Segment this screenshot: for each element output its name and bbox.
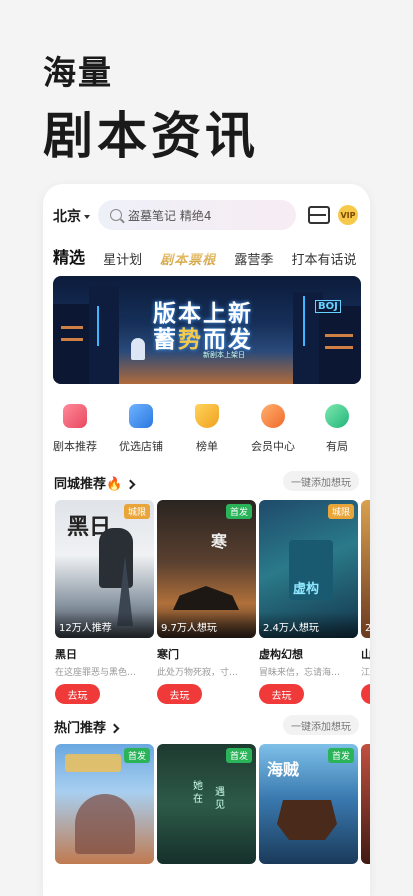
quick-item-events[interactable]: 有局 [307,404,367,454]
phone-screen: 北京 盗墓笔记 精绝4 VIP 精选 星计划 剧本票根 露营季 打本有话说 版本… [43,184,370,896]
category-tabs: 精选 星计划 剧本票根 露营季 打本有话说 [53,244,370,268]
card-title: 黑日 [55,648,77,661]
premiere-badge: 首发 [225,748,252,763]
banner-subheadline: 蓄势而发 [153,327,253,353]
script-card[interactable] [361,744,370,864]
city-selector[interactable]: 北京 [53,206,90,226]
limited-badge: 城限 [123,504,150,519]
card-title: 寒门 [157,648,179,661]
banner-caption: 新剧本上架日 [203,351,245,359]
character-figure [131,338,145,360]
crown-icon [261,404,285,428]
play-button[interactable]: 去玩 [55,684,100,704]
section-title-local[interactable]: 同城推荐🔥 [54,473,136,492]
card-desc: 江 [361,668,370,678]
poster-image: 黑日 城限 12万人推荐 [55,500,154,638]
play-button[interactable]: 去玩 [361,684,370,704]
chevron-right-icon [125,479,136,490]
premiere-badge: 首发 [123,748,150,763]
card-title: 虚构幻想 [259,648,303,661]
script-card[interactable]: 黑日 城限 12万人推荐 黑日 在这座罪恶与黑色… 去玩 [55,500,154,704]
hero-subtitle: 海量 [43,53,113,92]
scan-icon[interactable] [308,206,330,224]
limited-badge: 城限 [327,504,354,519]
store-icon [129,404,153,428]
tab-talk[interactable]: 打本有话说 [291,249,356,268]
play-button[interactable]: 去玩 [259,684,304,704]
script-card[interactable]: 虚构 城限 2.4万人想玩 虚构幻想 冒昧来信，忘请海… 去玩 [259,500,358,704]
premiere-badge: 首发 [225,504,252,519]
vip-badge[interactable]: VIP [338,205,358,225]
poster-image: 她在 遇见 首发 [157,744,256,864]
caret-down-icon [84,215,90,219]
quick-item-rankings[interactable]: 榜单 [177,404,237,454]
hot-cards: 首发 她在 遇见 首发 海贼 首发 [55,744,370,896]
top-bar: 北京 盗墓笔记 精绝4 VIP [43,200,370,230]
local-cards: 黑日 城限 12万人推荐 黑日 在这座罪恶与黑色… 去玩 寒 首发 9.7万人想… [55,500,370,704]
poster-image [361,744,370,864]
tab-camping[interactable]: 露营季 [234,249,273,268]
search-placeholder: 盗墓笔记 精绝4 [128,208,212,223]
section-title-hot[interactable]: 热门推荐 [54,717,120,736]
book-icon [63,404,87,428]
premiere-badge: 首发 [327,748,354,763]
search-input[interactable]: 盗墓笔记 精绝4 [98,200,296,230]
hero-title: 剧本资讯 [43,107,259,165]
search-icon [110,209,122,221]
card-title: 山 [361,648,370,661]
quick-item-stores[interactable]: 优选店铺 [111,404,171,454]
promo-banner[interactable]: 版本上新 蓄势而发 新剧本上架日 BOJ [53,276,361,384]
quick-entry-row: 剧本推荐 优选店铺 榜单 会员中心 有局 [43,404,370,454]
card-desc: 此处万物死寂，寸… [157,668,239,678]
tab-featured[interactable]: 精选 [53,244,85,268]
tab-star-plan[interactable]: 星计划 [103,249,142,268]
card-desc: 冒昧来信，忘请海… [259,668,341,678]
poster-image: 首发 [55,744,154,864]
script-card[interactable]: 海贼 首发 [259,744,358,864]
script-card[interactable]: 寒 首发 9.7万人想玩 寒门 此处万物死寂，寸… 去玩 [157,500,256,704]
chevron-right-icon [109,723,120,734]
quick-item-script-recommend[interactable]: 剧本推荐 [45,404,105,454]
city-label: 北京 [53,209,81,225]
poster-image: 海贼 首发 [259,744,358,864]
poster-image: 寒 首发 9.7万人想玩 [157,500,256,638]
script-card[interactable]: 2 山 江 去玩 [361,500,370,704]
add-all-wishlist-button[interactable]: 一键添加想玩 [283,715,359,735]
add-all-wishlist-button[interactable]: 一键添加想玩 [283,471,359,491]
planet-icon [325,404,349,428]
card-desc: 在这座罪恶与黑色… [55,668,137,678]
want-count: 2.4万人想玩 [263,623,319,634]
trophy-icon [195,404,219,428]
tab-script-ticket[interactable]: 剧本票根 [160,249,216,268]
poster-image: 虚构 城限 2.4万人想玩 [259,500,358,638]
script-card[interactable]: 首发 [55,744,154,864]
recommend-count: 12万人推荐 [59,623,112,634]
want-count: 9.7万人想玩 [161,623,217,634]
poster-image: 2 [361,500,370,638]
script-card[interactable]: 她在 遇见 首发 [157,744,256,864]
banner-neon-sign: BOJ [315,300,341,313]
play-button[interactable]: 去玩 [157,684,202,704]
quick-item-membership[interactable]: 会员中心 [243,404,303,454]
